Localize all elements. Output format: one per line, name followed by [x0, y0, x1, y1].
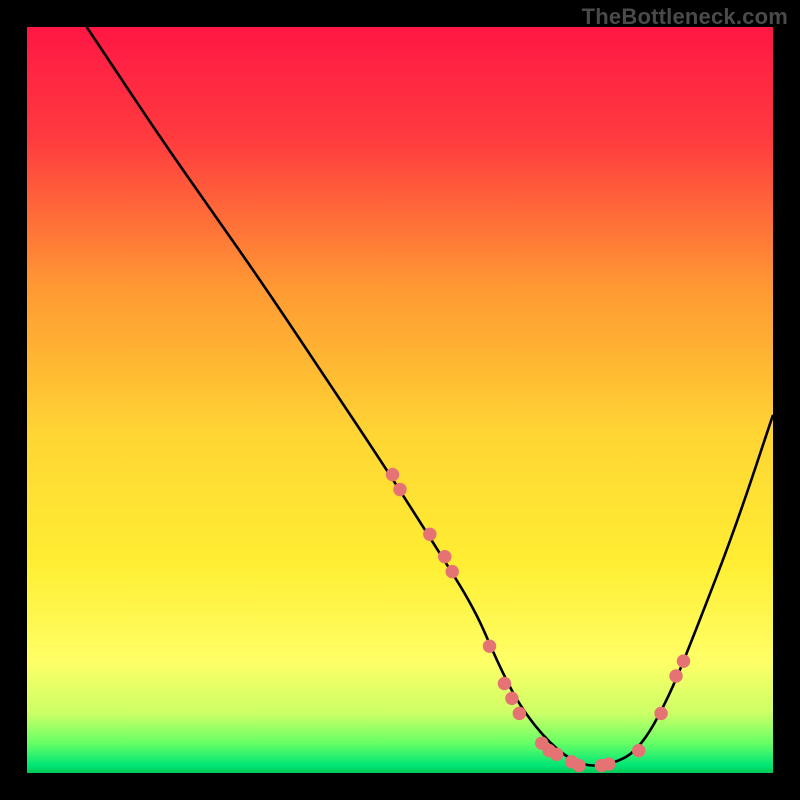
- data-marker: [438, 550, 451, 563]
- data-marker: [669, 669, 682, 682]
- bottleneck-curve: [87, 27, 773, 766]
- data-marker: [423, 528, 436, 541]
- data-marker: [632, 744, 645, 757]
- data-marker: [393, 483, 406, 496]
- watermark-text: TheBottleneck.com: [582, 4, 788, 30]
- data-marker: [386, 468, 399, 481]
- data-marker: [654, 707, 667, 720]
- data-marker: [505, 692, 518, 705]
- data-marker: [446, 565, 459, 578]
- marker-group: [386, 468, 690, 772]
- data-marker: [498, 677, 511, 690]
- data-marker: [572, 759, 585, 772]
- data-marker: [513, 707, 526, 720]
- chart-container: TheBottleneck.com: [0, 0, 800, 800]
- data-marker: [602, 757, 615, 770]
- plot-area: [27, 27, 773, 773]
- data-marker: [550, 748, 563, 761]
- data-marker: [483, 639, 496, 652]
- data-marker: [677, 654, 690, 667]
- chart-svg: [27, 27, 773, 773]
